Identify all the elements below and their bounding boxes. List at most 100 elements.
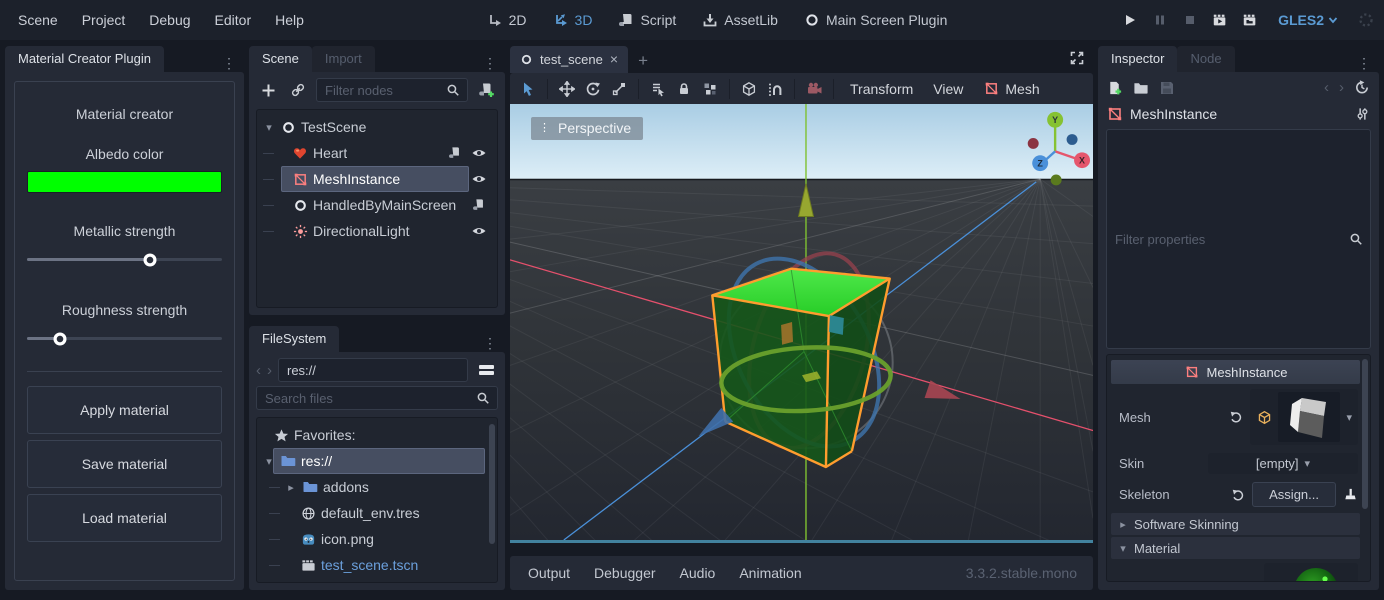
visibility-eye-icon[interactable]	[471, 171, 487, 187]
file-row-addons[interactable]: ▸ addons	[259, 474, 495, 500]
filter-nodes-input[interactable]	[323, 82, 441, 99]
dock-menu-icon[interactable]: ⋮	[475, 55, 505, 72]
section-material[interactable]: ▾ Material	[1111, 537, 1360, 559]
visibility-eye-icon[interactable]	[471, 145, 487, 161]
history-back-button[interactable]: ‹	[1324, 79, 1329, 96]
workspace-main-screen-plugin[interactable]: Main Screen Plugin	[804, 12, 947, 28]
load-material-button[interactable]: Load material	[27, 494, 222, 542]
skeleton-assign-button[interactable]: Assign...	[1252, 482, 1336, 507]
chevron-down-icon[interactable]: ▾	[1305, 457, 1311, 470]
dock-menu-icon[interactable]: ⋮	[214, 55, 244, 72]
audio-tab[interactable]: Audio	[668, 559, 728, 587]
select-tool-button[interactable]	[516, 77, 540, 101]
tab-material-creator-plugin[interactable]: Material Creator Plugin	[5, 46, 164, 72]
snap-icon[interactable]	[763, 77, 787, 101]
tab-node[interactable]: Node	[1177, 46, 1234, 72]
attach-script-button[interactable]	[474, 78, 498, 102]
scrollbar[interactable]	[1362, 359, 1368, 509]
section-software-skinning[interactable]: ▸ Software Skinning	[1111, 513, 1360, 535]
apply-material-button[interactable]: Apply material	[27, 386, 222, 434]
script-icon[interactable]	[471, 197, 487, 213]
workspace-2d[interactable]: 2D	[487, 12, 527, 28]
chevron-down-icon[interactable]: ▾	[1346, 411, 1352, 424]
dock-menu-icon[interactable]: ⋮	[475, 335, 505, 352]
animation-tab[interactable]: Animation	[727, 559, 813, 587]
scene-node-testscene[interactable]: ▾ TestScene	[259, 114, 495, 140]
scene-node-directionallight[interactable]: DirectionalLight	[259, 218, 495, 244]
play-button[interactable]	[1122, 12, 1138, 28]
stop-button[interactable]	[1182, 12, 1198, 28]
workspace-assetlib[interactable]: AssetLib	[702, 12, 778, 28]
tab-filesystem[interactable]: FileSystem	[249, 326, 339, 352]
mesh-resource-picker[interactable]: ▾	[1250, 389, 1358, 445]
menu-scene[interactable]: Scene	[10, 8, 66, 32]
move-tool-button[interactable]	[555, 77, 579, 101]
debugger-tab[interactable]: Debugger	[582, 559, 668, 587]
output-tab[interactable]: Output	[516, 559, 582, 587]
node-picker-icon[interactable]	[1342, 487, 1358, 503]
lock-icon[interactable]	[672, 77, 696, 101]
local-space-icon[interactable]	[737, 77, 761, 101]
transform-menu[interactable]: Transform	[841, 77, 922, 101]
toggle-split-mode-icon[interactable]	[474, 358, 498, 382]
revert-icon[interactable]	[1228, 409, 1244, 425]
filter-properties-input[interactable]	[1113, 231, 1344, 248]
scale-tool-button[interactable]	[607, 77, 631, 101]
current-path-input[interactable]	[285, 362, 461, 379]
list-select-button[interactable]	[646, 77, 670, 101]
history-back-button[interactable]: ‹	[256, 362, 261, 379]
rotate-tool-button[interactable]	[581, 77, 605, 101]
menu-editor[interactable]: Editor	[207, 8, 260, 32]
save-resource-icon[interactable]	[1159, 80, 1175, 96]
file-row-icon-png[interactable]: icon.png	[259, 526, 495, 552]
renderer-dropdown[interactable]: GLES2	[1278, 12, 1338, 28]
history-forward-button[interactable]: ›	[267, 362, 272, 379]
file-row-res[interactable]: ▾ res://	[259, 448, 495, 474]
scene-node-meshinstance[interactable]: MeshInstance	[259, 166, 495, 192]
metallic-slider-thumb[interactable]	[143, 253, 156, 266]
menu-help[interactable]: Help	[267, 8, 312, 32]
chevron-down-icon[interactable]: ▾	[263, 121, 275, 134]
extra-tools-icon[interactable]	[1354, 106, 1370, 122]
instance-scene-button[interactable]	[286, 78, 310, 102]
metallic-slider[interactable]	[27, 253, 222, 266]
3d-viewport[interactable]: Y X Z ⋮ Perspective	[510, 104, 1093, 543]
chevron-right-icon[interactable]: ▸	[285, 481, 297, 494]
history-forward-button[interactable]: ›	[1339, 79, 1344, 96]
mesh-menu[interactable]: Mesh	[974, 77, 1048, 101]
roughness-slider-thumb[interactable]	[54, 332, 67, 345]
pause-button[interactable]	[1152, 12, 1168, 28]
favorites-row[interactable]: Favorites:	[259, 422, 495, 448]
visibility-eye-icon[interactable]	[471, 223, 487, 239]
perspective-menu[interactable]: ⋮ Perspective	[531, 117, 643, 140]
new-resource-icon[interactable]	[1107, 80, 1123, 96]
tab-scene[interactable]: Scene	[249, 46, 312, 72]
scrollbar[interactable]	[489, 424, 495, 544]
tab-test-scene[interactable]: test_scene ×	[510, 46, 628, 73]
albedo-color-picker[interactable]	[27, 171, 222, 193]
save-material-button[interactable]: Save material	[27, 440, 222, 488]
tab-inspector[interactable]: Inspector	[1098, 46, 1177, 72]
material-resource-picker[interactable]: ▾	[1264, 563, 1358, 582]
menu-project[interactable]: Project	[74, 8, 134, 32]
menu-debug[interactable]: Debug	[141, 8, 198, 32]
search-files-input[interactable]	[263, 390, 471, 407]
chevron-down-icon[interactable]: ▾	[263, 455, 275, 468]
close-icon[interactable]: ×	[610, 51, 618, 67]
file-row-test-scene[interactable]: test_scene.tscn	[259, 552, 495, 578]
script-icon[interactable]	[447, 145, 463, 161]
view-menu[interactable]: View	[924, 77, 972, 101]
file-row-default-env[interactable]: default_env.tres	[259, 500, 495, 526]
load-resource-icon[interactable]	[1133, 80, 1149, 96]
roughness-slider[interactable]	[27, 332, 222, 345]
dock-menu-icon[interactable]: ⋮	[1349, 55, 1379, 72]
add-node-button[interactable]	[256, 78, 280, 102]
preview-camera-icon[interactable]	[802, 77, 826, 101]
new-scene-tab-button[interactable]: +	[630, 49, 656, 73]
group-icon[interactable]	[698, 77, 722, 101]
distraction-free-icon[interactable]	[1061, 46, 1093, 73]
play-scene-button[interactable]	[1212, 12, 1228, 28]
play-custom-scene-button[interactable]	[1242, 12, 1258, 28]
revert-icon[interactable]	[1230, 487, 1246, 503]
scene-node-handledbymainscreen[interactable]: HandledByMainScreen	[259, 192, 495, 218]
